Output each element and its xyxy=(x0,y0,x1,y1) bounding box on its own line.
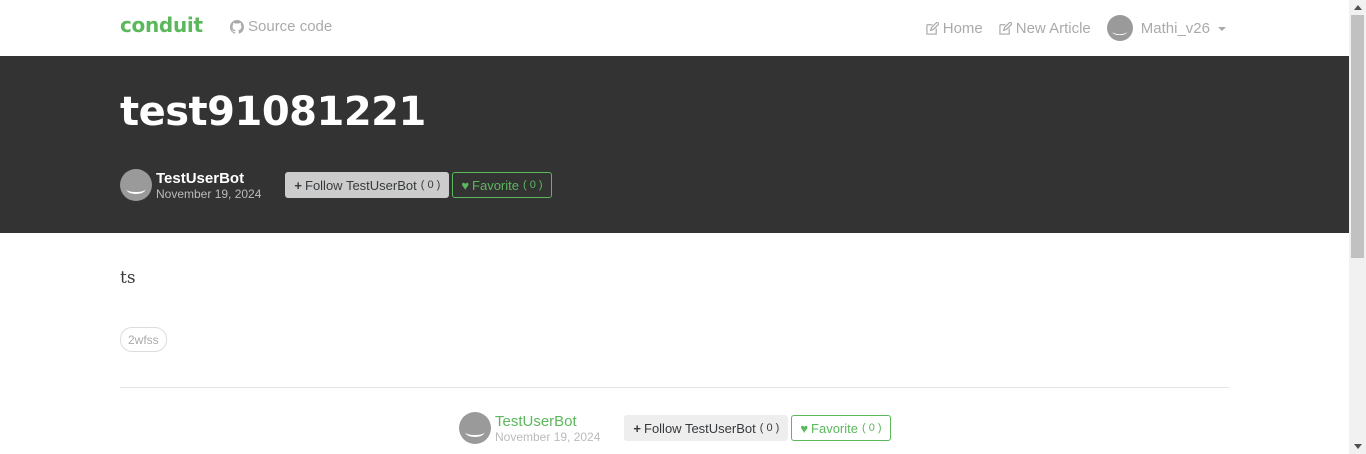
favorite-button[interactable]: ♥ Favorite ( 0 ) xyxy=(791,415,891,441)
nav-user-menu[interactable]: Mathi_v26 xyxy=(1106,15,1226,41)
github-icon xyxy=(230,19,244,34)
follow-label: Follow TestUserBot xyxy=(644,420,756,436)
article-banner: test91081221 TestUserBot November 19, 20… xyxy=(0,56,1349,233)
follow-count: ( 0 ) xyxy=(759,422,780,434)
edit-icon xyxy=(926,21,939,35)
source-code-link[interactable]: Source code xyxy=(230,18,332,35)
divider xyxy=(120,387,1229,388)
author-name-link[interactable]: TestUserBot xyxy=(495,414,600,429)
nav-links: Home New Article Mathi_v26 xyxy=(926,15,1226,41)
article-meta-bottom: TestUserBot November 19, 2024 + Follow T… xyxy=(459,412,891,444)
nav-username: Mathi_v26 xyxy=(1140,19,1210,37)
follow-button[interactable]: + Follow TestUserBot ( 0 ) xyxy=(624,415,789,441)
follow-label: Follow TestUserBot xyxy=(305,177,417,193)
author-info: TestUserBot November 19, 2024 xyxy=(156,171,261,200)
nav-home-label: Home xyxy=(942,19,983,37)
article-date: November 19, 2024 xyxy=(156,186,262,201)
nav-home[interactable]: Home xyxy=(926,20,983,37)
scroll-thumb[interactable] xyxy=(1351,15,1364,258)
article-body: ts xyxy=(120,268,136,288)
navbar: conduit Source code Home New Article Mat… xyxy=(0,0,1349,56)
nav-new-article-label: New Article xyxy=(1015,19,1091,37)
author-avatar[interactable] xyxy=(120,169,152,201)
favorite-label: Favorite xyxy=(472,177,519,193)
brand-logo[interactable]: conduit xyxy=(120,13,203,37)
scroll-down-icon[interactable] xyxy=(1354,444,1362,449)
article-date: November 19, 2024 xyxy=(495,429,601,444)
author-avatar[interactable] xyxy=(459,412,491,444)
scroll-up-icon[interactable] xyxy=(1354,5,1362,10)
plus-icon: + xyxy=(633,420,641,436)
author-name-link[interactable]: TestUserBot xyxy=(156,171,261,186)
favorite-label: Favorite xyxy=(811,420,858,436)
favorite-button[interactable]: ♥ Favorite ( 0 ) xyxy=(452,172,552,198)
follow-count: ( 0 ) xyxy=(420,179,441,191)
edit-icon xyxy=(999,21,1012,35)
favorite-count: ( 0 ) xyxy=(862,422,882,434)
favorite-count: ( 0 ) xyxy=(523,179,543,191)
tag-pill[interactable]: 2wfss xyxy=(120,327,167,352)
article-meta-top: TestUserBot November 19, 2024 + Follow T… xyxy=(120,169,552,201)
author-info: TestUserBot November 19, 2024 xyxy=(495,414,600,443)
user-avatar xyxy=(1106,15,1133,41)
caret-down-icon xyxy=(1218,27,1226,31)
heart-icon: ♥ xyxy=(461,177,470,193)
source-code-label: Source code xyxy=(248,18,333,35)
follow-button[interactable]: + Follow TestUserBot ( 0 ) xyxy=(285,172,450,198)
heart-icon: ♥ xyxy=(800,420,809,436)
plus-icon: + xyxy=(294,177,302,193)
vertical-scrollbar[interactable] xyxy=(1349,0,1366,454)
nav-new-article[interactable]: New Article xyxy=(999,20,1091,37)
article-title: test91081221 xyxy=(120,89,426,135)
